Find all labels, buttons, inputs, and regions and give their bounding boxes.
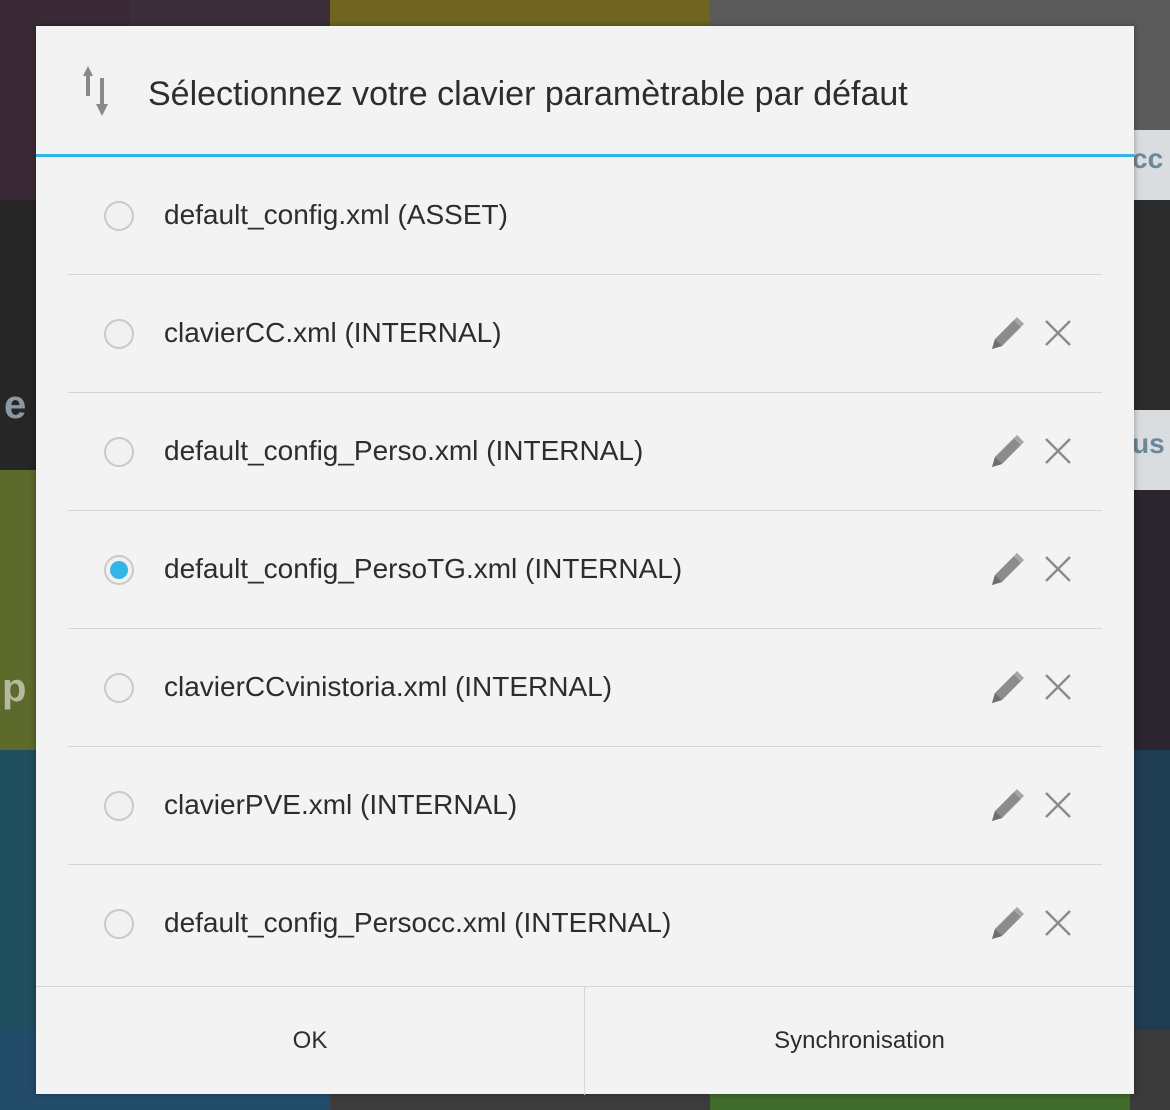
radio-button[interactable] bbox=[104, 791, 134, 821]
radio-button[interactable] bbox=[104, 673, 134, 703]
keyboard-selection-dialog: Sélectionnez votre clavier paramètrable … bbox=[36, 26, 1134, 1095]
option-row[interactable]: default_config_Persocc.xml (INTERNAL) bbox=[36, 865, 1134, 983]
pencil-icon[interactable] bbox=[986, 785, 1026, 825]
pencil-icon[interactable] bbox=[986, 431, 1026, 471]
option-label: default_config.xml (ASSET) bbox=[164, 199, 508, 230]
bg-text-fragment: cc bbox=[1132, 143, 1164, 174]
option-row[interactable]: default_config.xml (ASSET) bbox=[36, 157, 1134, 275]
radio-button-selected[interactable] bbox=[104, 555, 134, 585]
option-label: clavierCC.xml (INTERNAL) bbox=[164, 317, 502, 348]
keyboard-option-list: default_config.xml (ASSET) clavierCC.xml… bbox=[36, 157, 1134, 983]
close-icon[interactable] bbox=[1040, 669, 1076, 705]
option-row[interactable]: clavierCC.xml (INTERNAL) bbox=[36, 275, 1134, 393]
radio-button[interactable] bbox=[104, 909, 134, 939]
radio-button[interactable] bbox=[104, 437, 134, 467]
synchronisation-button[interactable]: Synchronisation bbox=[585, 987, 1134, 1095]
bg-text-fragment: p bbox=[2, 666, 27, 710]
sort-arrows-icon bbox=[83, 66, 108, 116]
close-icon[interactable] bbox=[1040, 315, 1076, 351]
bg-tile bbox=[1130, 200, 1170, 410]
option-row[interactable]: default_config_Perso.xml (INTERNAL) bbox=[36, 393, 1134, 511]
close-icon[interactable] bbox=[1040, 551, 1076, 587]
option-label: clavierCCvinistoria.xml (INTERNAL) bbox=[164, 671, 613, 702]
option-row[interactable]: clavierPVE.xml (INTERNAL) bbox=[36, 747, 1134, 865]
bg-tile bbox=[0, 750, 40, 1030]
pencil-icon[interactable] bbox=[986, 667, 1026, 707]
dialog-button-bar: OK Synchronisation bbox=[36, 986, 1134, 1095]
close-icon[interactable] bbox=[1040, 905, 1076, 941]
option-label: clavierPVE.xml (INTERNAL) bbox=[164, 789, 518, 820]
bg-tile bbox=[1130, 490, 1170, 750]
radio-button[interactable] bbox=[104, 201, 134, 231]
bg-tile bbox=[1130, 30, 1170, 130]
bg-text-fragment: us bbox=[1132, 428, 1165, 459]
option-row[interactable]: clavierCCvinistoria.xml (INTERNAL) bbox=[36, 629, 1134, 747]
option-label: default_config_Perso.xml (INTERNAL) bbox=[164, 435, 644, 466]
bg-text-fragment: e bbox=[4, 383, 27, 427]
bg-tile bbox=[1130, 1030, 1170, 1110]
radio-button[interactable] bbox=[104, 319, 134, 349]
close-icon[interactable] bbox=[1040, 433, 1076, 469]
dialog-header: Sélectionnez votre clavier paramètrable … bbox=[36, 26, 1134, 157]
ok-button[interactable]: OK bbox=[36, 987, 585, 1095]
option-row[interactable]: default_config_PersoTG.xml (INTERNAL) bbox=[36, 511, 1134, 629]
option-label: default_config_Persocc.xml (INTERNAL) bbox=[164, 907, 672, 938]
pencil-icon[interactable] bbox=[986, 313, 1026, 353]
option-label: default_config_PersoTG.xml (INTERNAL) bbox=[164, 553, 683, 584]
pencil-icon[interactable] bbox=[986, 903, 1026, 943]
bg-tile bbox=[0, 200, 40, 470]
close-icon[interactable] bbox=[1040, 787, 1076, 823]
dialog-title: Sélectionnez votre clavier paramètrable … bbox=[148, 75, 908, 113]
bg-tile bbox=[1130, 750, 1170, 1030]
pencil-icon[interactable] bbox=[986, 549, 1026, 589]
